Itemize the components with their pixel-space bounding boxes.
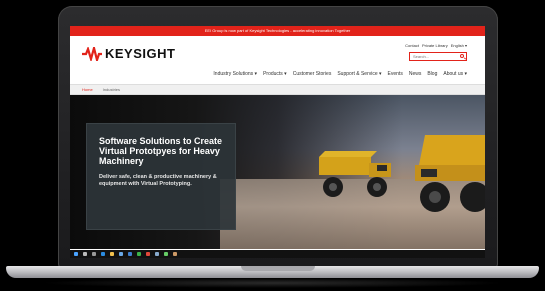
dump-truck-image xyxy=(415,135,485,212)
laptop-screen: EEI Group is now part of Keysight Techno… xyxy=(70,26,485,258)
laptop-shadow xyxy=(40,278,505,288)
folder-icon[interactable] xyxy=(110,252,114,256)
nav-support-service[interactable]: Support & Service ▾ xyxy=(337,71,381,77)
main-nav: Industry Solutions ▾ Products ▾ Customer… xyxy=(213,71,467,77)
keysight-wave-icon xyxy=(82,46,102,61)
private-library-link[interactable]: Private Library xyxy=(422,43,448,48)
announcement-bar[interactable]: EEI Group is now part of Keysight Techno… xyxy=(70,26,485,36)
search-icon[interactable] xyxy=(83,252,87,256)
nav-about-us[interactable]: About us ▾ xyxy=(443,71,467,77)
brand-name: KEYSIGHT xyxy=(105,46,176,61)
breadcrumb-home[interactable]: Home xyxy=(82,85,93,94)
search-placeholder: Search... xyxy=(413,54,430,59)
search-icon[interactable] xyxy=(460,54,464,58)
store-icon[interactable] xyxy=(119,252,123,256)
edge-icon[interactable] xyxy=(101,252,105,256)
laptop-notch xyxy=(241,266,315,271)
utility-links: Contact Private Library English ▾ xyxy=(405,43,467,48)
app-icon[interactable] xyxy=(173,252,177,256)
language-select[interactable]: English ▾ xyxy=(451,43,467,48)
nav-products[interactable]: Products ▾ xyxy=(263,71,287,77)
hero-subtitle: Deliver safe, clean & productive machine… xyxy=(99,174,217,187)
app-icon[interactable] xyxy=(164,252,168,256)
task-view-icon[interactable] xyxy=(92,252,96,256)
breadcrumb: Home Industries xyxy=(70,84,485,95)
hero-text-box: Software Solutions to Create Virtual Pro… xyxy=(86,123,236,230)
nav-industry-solutions[interactable]: Industry Solutions ▾ xyxy=(213,71,257,77)
site-header: KEYSIGHT Contact Private Library English… xyxy=(70,36,485,84)
app-icon[interactable] xyxy=(146,252,150,256)
hero-banner: Software Solutions to Create Virtual Pro… xyxy=(70,95,485,249)
laptop-base xyxy=(6,266,539,278)
app-icon[interactable] xyxy=(155,252,159,256)
contact-link[interactable]: Contact xyxy=(405,43,419,48)
dump-truck-image xyxy=(319,151,391,197)
hero-title: Software Solutions to Create Virtual Pro… xyxy=(99,136,223,166)
breadcrumb-industries[interactable]: Industries xyxy=(103,85,120,94)
nav-customer-stories[interactable]: Customer Stories xyxy=(293,71,332,77)
windows-taskbar xyxy=(70,250,485,258)
nav-news[interactable]: News xyxy=(409,71,422,77)
search-input[interactable]: Search... xyxy=(409,52,467,61)
nav-events[interactable]: Events xyxy=(388,71,403,77)
start-icon[interactable] xyxy=(74,252,78,256)
mail-icon[interactable] xyxy=(128,252,132,256)
chrome-icon[interactable] xyxy=(137,252,141,256)
nav-blog[interactable]: Blog xyxy=(427,71,437,77)
keysight-logo[interactable]: KEYSIGHT xyxy=(82,46,175,61)
